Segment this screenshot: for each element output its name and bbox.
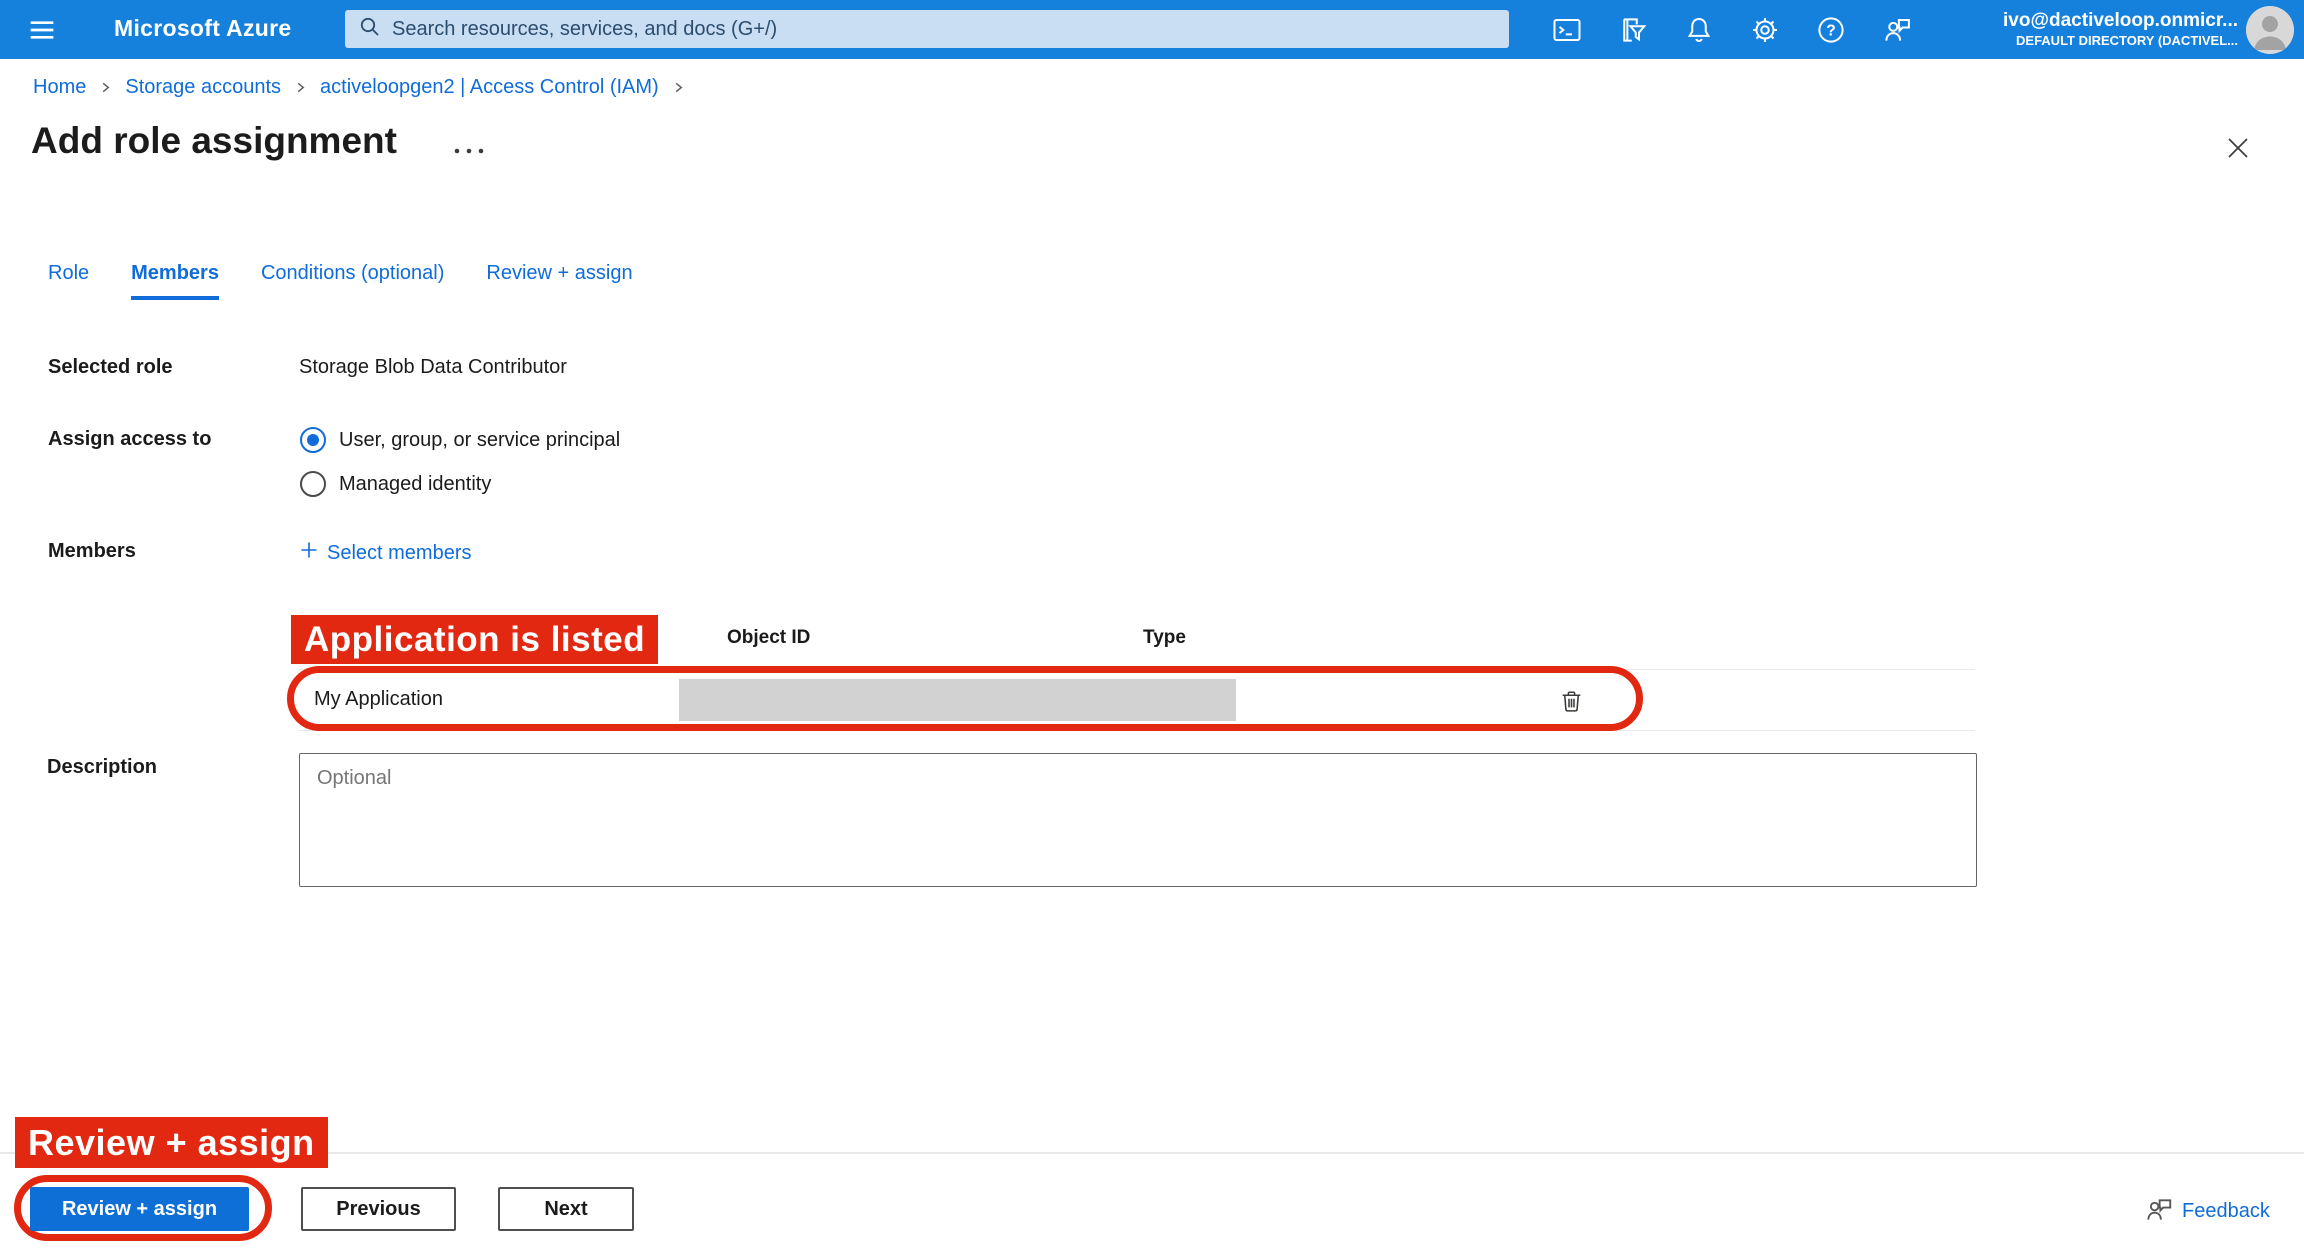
azure-portal-screen: Microsoft Azure ? [0, 0, 2304, 1248]
tab-members[interactable]: Members [131, 262, 219, 300]
table-header-divider [299, 669, 1975, 670]
radio-user-group-service-principal[interactable]: User, group, or service principal [300, 427, 620, 453]
breadcrumb-storage-accounts[interactable]: Storage accounts [125, 76, 281, 99]
brand-title: Microsoft Azure [114, 15, 291, 42]
settings-gear-icon[interactable] [1750, 15, 1780, 45]
help-glyph: ? [1826, 22, 1836, 39]
tab-role[interactable]: Role [48, 262, 89, 300]
annotation-application-is-listed: Application is listed [291, 615, 658, 664]
tab-review-assign[interactable]: Review + assign [486, 262, 632, 300]
directory-filter-icon[interactable] [1618, 15, 1648, 45]
next-button[interactable]: Next [498, 1187, 634, 1231]
feedback-person-icon [2144, 1194, 2174, 1229]
members-label: Members [48, 540, 136, 563]
breadcrumb: Home Storage accounts activeloopgen2 | A… [33, 76, 685, 99]
top-bar-icons: ? [1552, 0, 1912, 59]
column-header-type: Type [1143, 627, 1186, 649]
radio-unselected-icon [300, 471, 326, 497]
feedback-icon[interactable] [1882, 15, 1912, 45]
description-textarea[interactable] [299, 753, 1977, 887]
page-title: Add role assignment [31, 120, 397, 162]
column-header-object-id: Object ID [727, 627, 810, 649]
search-input[interactable] [392, 18, 1496, 41]
more-options-icon[interactable] [452, 143, 488, 159]
object-id-redacted-cell [679, 679, 1236, 721]
account-directory: DEFAULT DIRECTORY (DACTIVEL... [2003, 32, 2238, 50]
help-icon[interactable]: ? [1816, 15, 1846, 45]
description-label: Description [47, 756, 157, 779]
plus-icon [299, 540, 319, 566]
selected-role-value: Storage Blob Data Contributor [299, 356, 567, 379]
annotation-review-assign: Review + assign [15, 1117, 328, 1168]
chevron-right-icon [99, 81, 112, 94]
cloud-shell-icon[interactable] [1552, 15, 1582, 45]
assign-access-to-label: Assign access to [48, 428, 211, 451]
wizard-tabs: Role Members Conditions (optional) Revie… [48, 262, 633, 300]
select-members-link[interactable]: Select members [299, 540, 472, 566]
avatar[interactable] [2246, 6, 2294, 54]
selected-role-label: Selected role [48, 356, 173, 379]
account-email: ivo@dactiveloop.onmicr... [2003, 9, 2238, 32]
notifications-bell-icon[interactable] [1684, 15, 1714, 45]
footer-divider [0, 1152, 2304, 1154]
select-members-text: Select members [327, 542, 472, 565]
breadcrumb-home[interactable]: Home [33, 76, 86, 99]
feedback-text: Feedback [2182, 1200, 2270, 1223]
radio-label: Managed identity [339, 473, 491, 496]
member-name-cell: My Application [314, 688, 443, 711]
chevron-right-icon [672, 81, 685, 94]
review-assign-button[interactable]: Review + assign [30, 1187, 249, 1231]
global-search[interactable] [345, 10, 1509, 48]
account-info[interactable]: ivo@dactiveloop.onmicr... DEFAULT DIRECT… [2003, 9, 2238, 50]
search-icon [358, 15, 382, 44]
chevron-right-icon [294, 81, 307, 94]
tab-conditions[interactable]: Conditions (optional) [261, 262, 444, 300]
close-icon[interactable] [2222, 132, 2254, 164]
top-bar: Microsoft Azure ? [0, 0, 2304, 59]
table-row-divider [299, 730, 1975, 731]
radio-label: User, group, or service principal [339, 429, 620, 452]
breadcrumb-access-control[interactable]: activeloopgen2 | Access Control (IAM) [320, 76, 659, 99]
feedback-link[interactable]: Feedback [2144, 1194, 2270, 1229]
hamburger-menu-icon[interactable] [24, 13, 60, 46]
delete-member-button[interactable] [1552, 682, 1590, 720]
radio-managed-identity[interactable]: Managed identity [300, 471, 491, 497]
previous-button[interactable]: Previous [301, 1187, 456, 1231]
radio-selected-icon [300, 427, 326, 453]
